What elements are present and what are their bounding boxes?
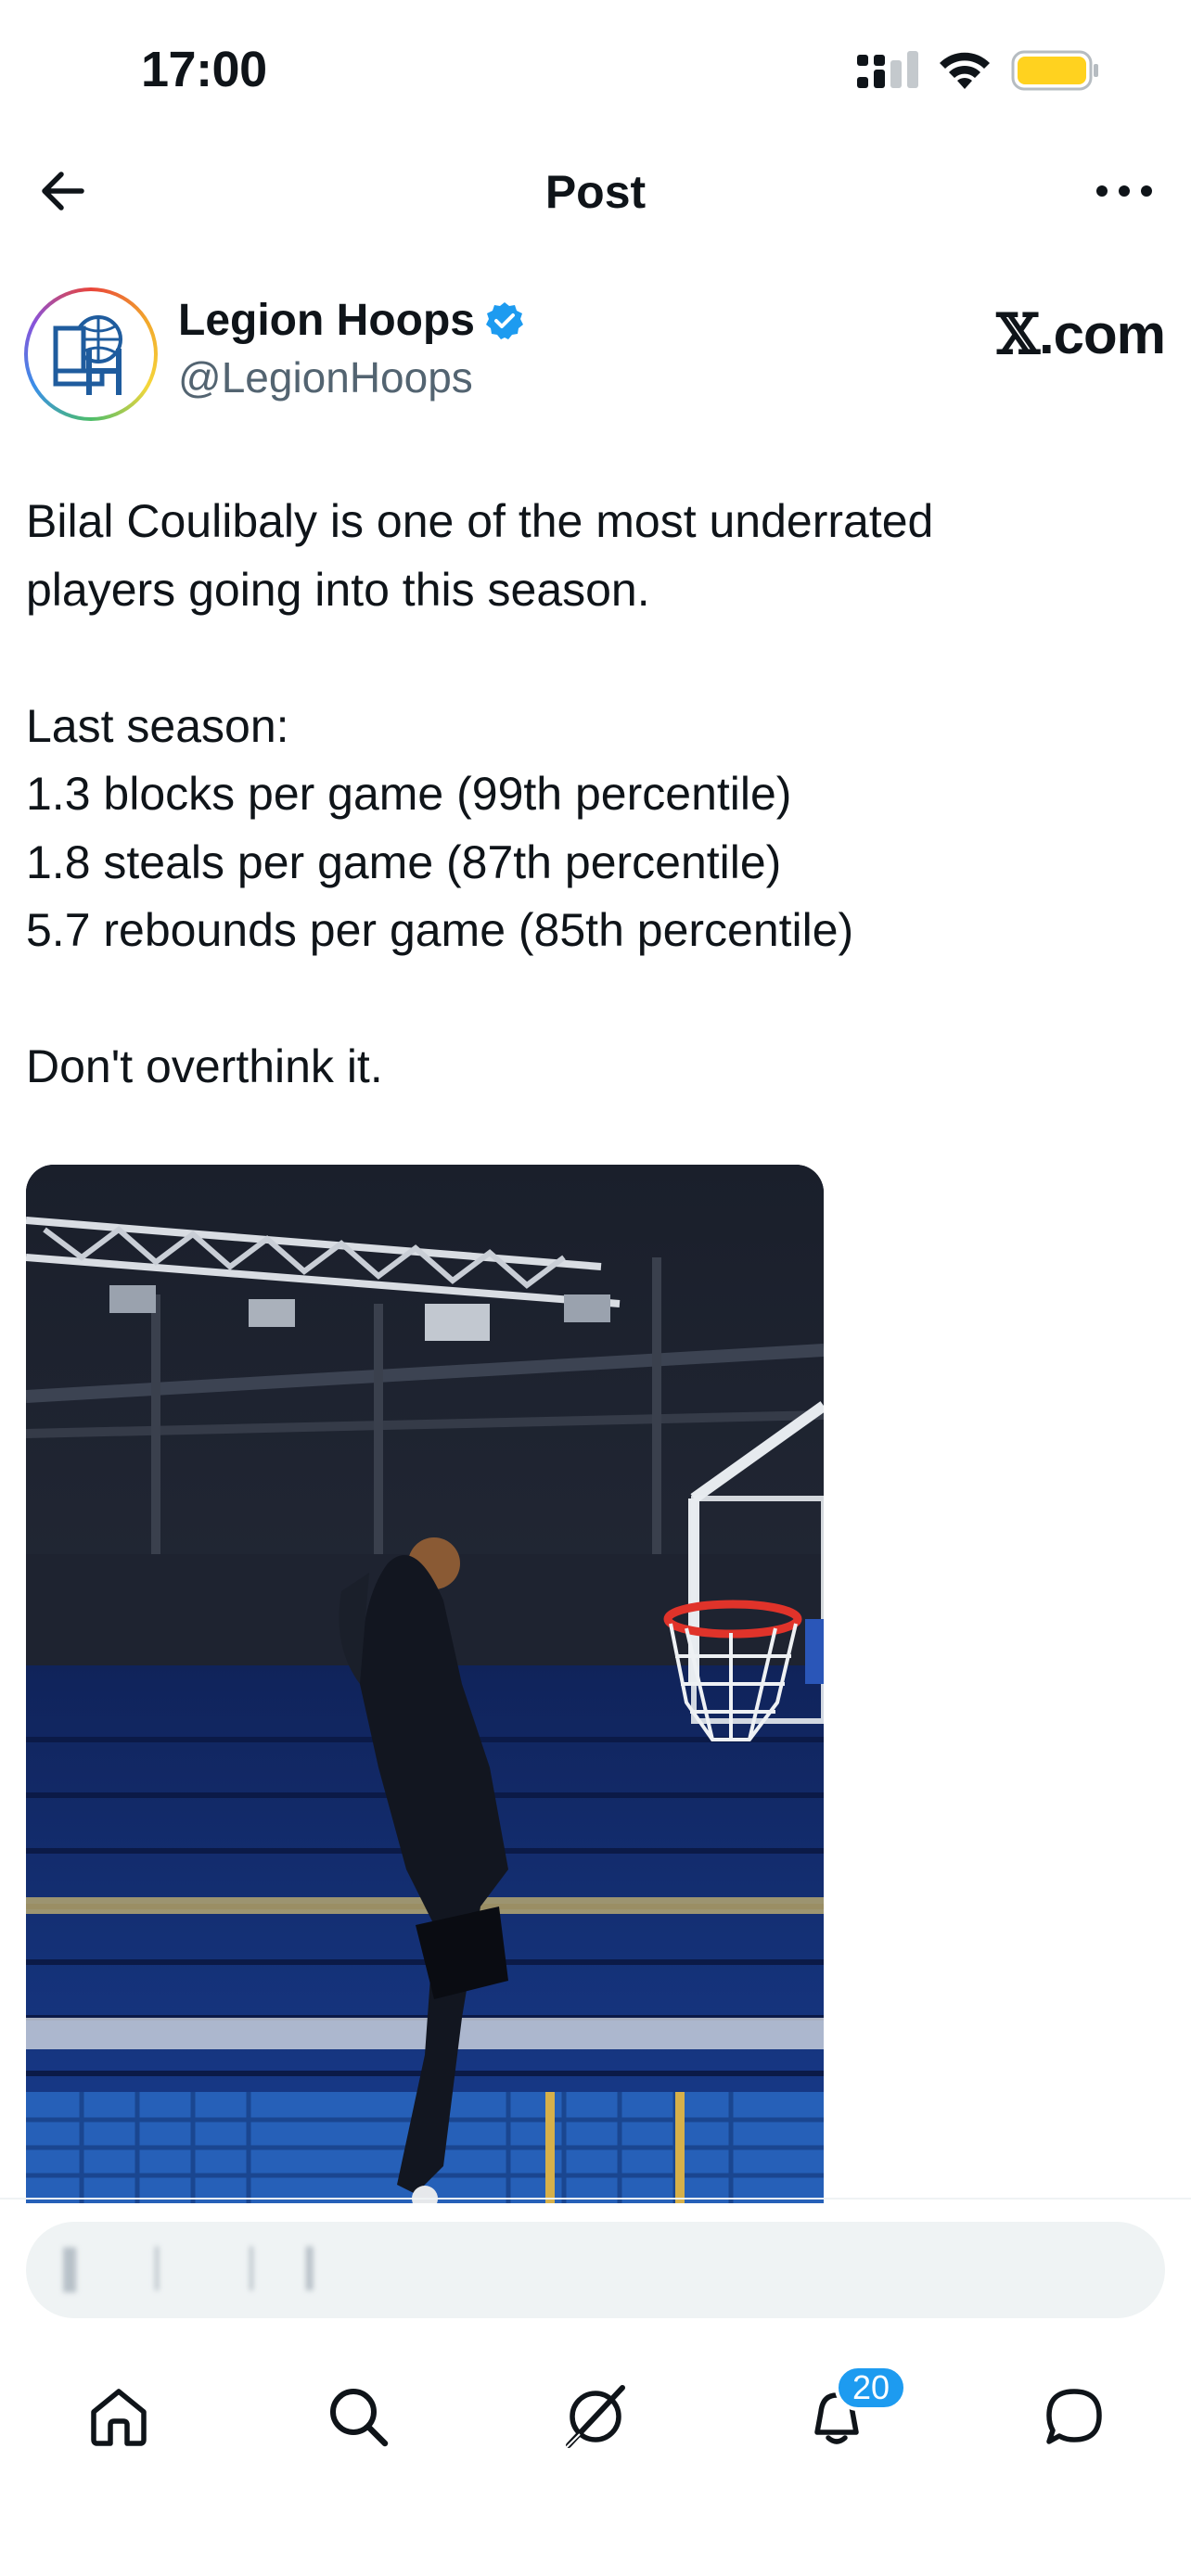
notification-count-badge: 20 (835, 2365, 907, 2411)
author-name-wrap[interactable]: Legion Hoops (178, 295, 525, 346)
post-text-line: 5.7 rebounds per game (85th percentile) (26, 904, 854, 956)
wifi-icon (940, 52, 990, 89)
reply-input[interactable]: ▌ ▏ ▏▎ (26, 2222, 1165, 2318)
search-icon (330, 2389, 389, 2447)
more-horizontal-icon[interactable] (1093, 163, 1156, 219)
post-text-line: Don't overthink it. (26, 1040, 383, 1092)
post-video[interactable] (26, 1165, 824, 2203)
message-icon (1046, 2389, 1102, 2444)
author-name: Legion Hoops (178, 296, 475, 345)
post-text: Bilal Coulibaly is one of the most under… (26, 488, 1158, 1102)
post-author-row: Legion Hoops @LegionHoops 𝕏.com (24, 284, 1166, 423)
page-title: Post (544, 166, 647, 218)
bottom-nav: 20 (0, 2337, 1191, 2483)
post-text-line: Bilal Coulibaly is one of the most under… (26, 495, 934, 547)
post-text-line: 1.8 steals per game (87th percentile) (26, 835, 782, 888)
legion-hoops-logo-icon (28, 291, 154, 417)
verified-badge-icon (485, 301, 523, 339)
video-frame-image (26, 1165, 824, 2203)
post-text-line: Last season: (26, 699, 289, 752)
nav-messages[interactable] (1037, 2379, 1111, 2454)
cellular-signal-icon (857, 51, 918, 88)
battery-low-power-icon (1011, 50, 1098, 91)
nav-home[interactable] (82, 2379, 156, 2454)
post-header: Post (0, 139, 1191, 243)
author-handle[interactable]: @LegionHoops (178, 352, 473, 402)
avatar[interactable] (24, 287, 158, 421)
nav-search[interactable] (321, 2379, 395, 2454)
x-com-label: 𝕏.com (996, 302, 1166, 367)
post-text-line (26, 624, 1158, 693)
status-bar: 17:00 (0, 0, 1191, 139)
grok-icon (564, 2385, 625, 2450)
source-domain-suffix: .com (1038, 303, 1166, 365)
reply-placeholder: ▌ ▏ ▏▎ (63, 2249, 363, 2289)
status-icons (857, 45, 1100, 96)
home-icon (91, 2389, 147, 2446)
status-time: 17:00 (141, 42, 267, 97)
post-text-line: 1.3 blocks per game (99th percentile) (26, 768, 792, 820)
x-logo-glyph: 𝕏 (996, 302, 1040, 367)
divider (0, 2198, 1191, 2200)
post-text-line: players going into this season. (26, 563, 650, 616)
nav-grok[interactable] (558, 2379, 633, 2454)
post-text-line (26, 965, 1158, 1034)
